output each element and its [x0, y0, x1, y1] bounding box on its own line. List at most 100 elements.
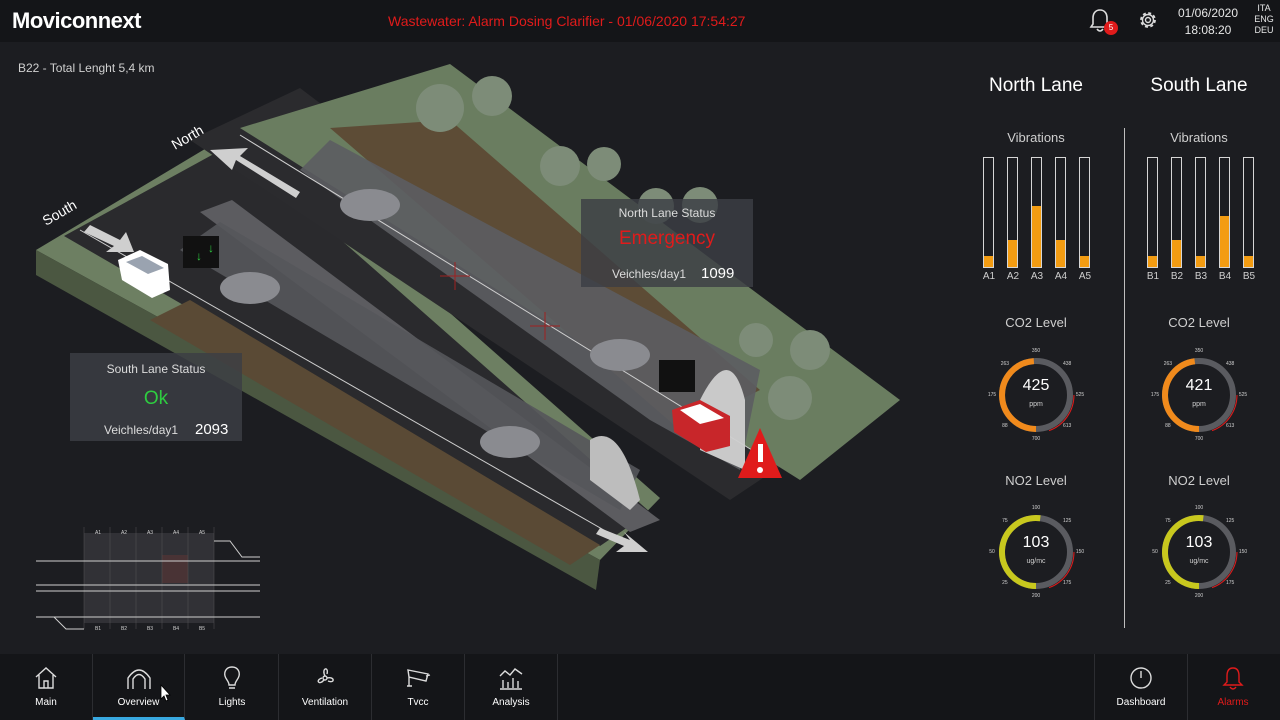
- north-co2-tick: 438: [1062, 360, 1072, 367]
- south-no2-tick: 50: [1152, 549, 1158, 555]
- nav-analysis[interactable]: Analysis: [465, 654, 558, 720]
- minimap-section-b4: B4: [172, 626, 180, 632]
- south-co2-tick: 700: [1194, 436, 1204, 442]
- north-vibration-label-a5: A5: [1078, 271, 1092, 282]
- top-bar: Moviconnext Wastewater: Alarm Dosing Cla…: [0, 0, 1280, 42]
- lang-ita[interactable]: ITA: [1252, 3, 1276, 14]
- north-vibration-bar-a2: [1007, 157, 1018, 268]
- nav-lights[interactable]: Lights: [186, 654, 279, 720]
- north-co2-unit: ppm: [1029, 401, 1043, 408]
- south-status-value: Ok: [143, 388, 169, 409]
- current-time: 18:08:20: [1184, 23, 1232, 37]
- nav-main-label: Main: [35, 697, 57, 708]
- south-vibration-label-b2: B2: [1170, 271, 1184, 282]
- south-no2-tick: 125: [1225, 517, 1235, 524]
- nav-tvcc[interactable]: Tvcc: [372, 654, 465, 720]
- south-vibration-label-b1: B1: [1146, 271, 1160, 282]
- vibration-fill: [984, 256, 993, 267]
- south-no2-unit: ug/mc: [1189, 558, 1209, 565]
- south-vibration-bar-b4: [1219, 157, 1230, 268]
- minimap-section-a2: A2: [120, 530, 128, 536]
- north-status-value: Emergency: [618, 228, 716, 249]
- south-co2-gauge-value-arc: [1162, 358, 1200, 432]
- north-no2-tick: 125: [1062, 517, 1072, 524]
- south-vibration-label-b3: B3: [1194, 271, 1208, 282]
- mouse-cursor-icon: [160, 684, 171, 702]
- north-vibration-label-a1: A1: [982, 271, 996, 282]
- south-count-value: 2093: [195, 421, 229, 438]
- north-co2-tick: 263: [1000, 360, 1010, 367]
- north-no2-unit: ug/mc: [1026, 558, 1046, 565]
- lane-divider: [1124, 128, 1125, 628]
- tunnel-icon: [127, 669, 151, 689]
- south-co2-tick: 613: [1225, 423, 1235, 430]
- north-lane-title: North Lane: [988, 75, 1083, 96]
- north-no2-tick: 150: [1075, 549, 1085, 555]
- notification-badge: 5: [1104, 21, 1118, 35]
- nav-alarms[interactable]: Alarms: [1187, 654, 1279, 720]
- vibration-fill: [1196, 256, 1205, 267]
- south-no2-label: NO2 Level: [1168, 473, 1230, 488]
- south-no2-tick: 75: [1165, 517, 1171, 524]
- traffic-light-north: [659, 360, 695, 392]
- north-no2-gauge-value-arc: [998, 515, 1041, 589]
- settings-gear-icon[interactable]: [1136, 8, 1160, 32]
- north-co2-tick: 613: [1062, 423, 1072, 430]
- language-selector: ITA ENG DEU: [1252, 3, 1276, 36]
- north-co2-label: CO2 Level: [1005, 315, 1067, 330]
- svg-text:↓: ↓: [208, 241, 214, 255]
- dashboard-icon: [1130, 667, 1152, 689]
- vibration-fill: [1148, 256, 1157, 267]
- south-no2-gauge-value-arc: [1161, 515, 1204, 589]
- vibration-fill: [1080, 256, 1089, 267]
- north-lane-status-panel[interactable]: North Lane Status Emergency Veichles/day…: [581, 199, 753, 287]
- south-status-title: South Lane Status: [106, 362, 206, 376]
- fan-icon: [317, 668, 334, 684]
- vibration-fill: [1220, 215, 1229, 267]
- nav-ventilation[interactable]: Ventilation: [279, 654, 372, 720]
- north-vibration-bar-a3: [1031, 157, 1042, 268]
- minimap-section-b2: B2: [120, 626, 128, 632]
- nav-alarms-label: Alarms: [1217, 697, 1249, 708]
- south-lane-status-panel[interactable]: South Lane Status Ok Veichles/day1 2093: [70, 353, 242, 441]
- south-vibration-bar-b3: [1195, 157, 1206, 268]
- bulb-icon: [224, 666, 240, 689]
- south-lane-title: South Lane: [1150, 75, 1248, 96]
- svg-text:↓: ↓: [196, 249, 202, 263]
- north-no2-tick: 75: [1002, 517, 1008, 524]
- north-vibration-bar-a5: [1079, 157, 1090, 268]
- north-vibration-label-a2: A2: [1006, 271, 1020, 282]
- bell-icon: [1222, 667, 1244, 690]
- north-count-value: 1099: [701, 265, 735, 282]
- vibration-fill: [1008, 239, 1017, 267]
- south-count-label: Veichles/day1: [104, 423, 179, 437]
- south-co2-tick: 525: [1238, 392, 1248, 398]
- nav-lights-label: Lights: [218, 697, 246, 708]
- south-no2-tick: 25: [1165, 580, 1171, 587]
- north-no2-tick: 200: [1031, 593, 1041, 599]
- minimap-section-b5: B5: [198, 626, 206, 632]
- nav-ventilation-label: Ventilation: [301, 697, 349, 708]
- south-co2-unit: ppm: [1192, 401, 1206, 408]
- lang-deu[interactable]: DEU: [1252, 25, 1276, 36]
- south-no2-tick: 175: [1225, 580, 1235, 587]
- south-vibration-bar-b5: [1243, 157, 1254, 268]
- lang-eng[interactable]: ENG: [1252, 14, 1276, 25]
- chart-icon: [499, 668, 523, 690]
- tunnel-minimap[interactable]: [34, 525, 264, 635]
- nav-main[interactable]: Main: [0, 654, 93, 720]
- south-co2-label: CO2 Level: [1168, 315, 1230, 330]
- current-date: 01/06/2020: [1177, 6, 1239, 20]
- south-co2-tick: 88: [1165, 423, 1171, 430]
- south-no2-tick: 150: [1238, 549, 1248, 555]
- north-status-title: North Lane Status: [618, 206, 716, 220]
- north-co2-tick: 700: [1031, 436, 1041, 442]
- vibration-fill: [1244, 256, 1253, 267]
- nav-dashboard[interactable]: Dashboard: [1094, 654, 1188, 720]
- south-vibrations-label: Vibrations: [1170, 130, 1228, 145]
- alarm-banner[interactable]: Wastewater: Alarm Dosing Clarifier - 01/…: [388, 13, 745, 29]
- north-co2-gauge-value-arc: [999, 358, 1037, 432]
- north-vibration-label-a3: A3: [1030, 271, 1044, 282]
- date-time: 01/06/2020 18:08:20: [1170, 5, 1246, 39]
- south-co2-tick: 263: [1163, 360, 1173, 367]
